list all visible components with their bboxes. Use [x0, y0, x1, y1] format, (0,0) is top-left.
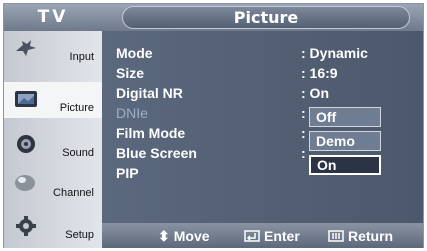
menu-title: Picture [122, 6, 410, 29]
dnie-option-off[interactable]: Off [309, 107, 381, 127]
enter-hint-label: Enter [264, 228, 300, 244]
return-hint-label: Return [348, 228, 394, 244]
picture-icon [15, 91, 37, 107]
tv-label: TV [37, 7, 69, 27]
return-icon [328, 230, 344, 242]
menu-row-dnie-label[interactable]: DNIe [116, 105, 148, 121]
menu-row-blue-screen-label[interactable]: Blue Screen [116, 145, 197, 161]
setup-icon [16, 216, 36, 236]
dnie-option-on[interactable]: On [309, 155, 381, 175]
move-hint-label: Move [173, 228, 210, 244]
return-hint: Return [328, 228, 393, 244]
move-hint: ⬍ Move [158, 228, 210, 245]
menu-row-film-mode-label[interactable]: Film Mode [116, 125, 185, 141]
menu-row-mode-label[interactable]: Mode [116, 45, 153, 61]
input-icon [16, 40, 36, 56]
menu-row-blue-screen-colon: : [301, 145, 306, 161]
menu-row-size-value: : 16:9 [301, 65, 338, 81]
sidebar-item-label: Picture [59, 102, 94, 114]
updown-arrow-icon: ⬍ [158, 228, 170, 244]
picture-menu: Mode : Dynamic Size : 16:9 Digital NR : … [102, 31, 423, 223]
menu-row-digital-nr-label[interactable]: Digital NR [116, 85, 183, 101]
sidebar-item-sound[interactable]: Sound [4, 127, 102, 163]
sidebar-item-label: Input [69, 51, 94, 63]
enter-icon [244, 230, 260, 242]
sidebar-item-label: Channel [53, 187, 94, 199]
menu-row-digital-nr-value: : On [301, 85, 329, 101]
channel-icon [15, 175, 35, 191]
sidebar-item-channel[interactable]: Channel [4, 167, 102, 203]
menu-row-pip-label[interactable]: PIP [116, 165, 139, 181]
dnie-option-demo[interactable]: Demo [309, 131, 381, 151]
sound-icon [17, 135, 35, 153]
enter-hint: Enter [244, 228, 300, 244]
tv-osd-screen: TV Picture Input Picture Sound Channel S… [0, 0, 427, 251]
menu-row-size-label[interactable]: Size [116, 65, 144, 81]
sidebar-item-input[interactable]: Input [4, 31, 102, 67]
sidebar-item-label: Sound [62, 147, 94, 159]
sidebar-item-picture[interactable]: Picture [4, 82, 102, 118]
menu-row-film-mode-colon: : [301, 125, 306, 141]
sidebar: Input Picture Sound Channel Setup [4, 31, 102, 248]
sidebar-item-label: Setup [65, 229, 94, 241]
menu-row-dnie-colon: : [301, 105, 306, 121]
sidebar-item-setup[interactable]: Setup [4, 209, 102, 245]
menu-row-mode-value: : Dynamic [301, 45, 368, 61]
